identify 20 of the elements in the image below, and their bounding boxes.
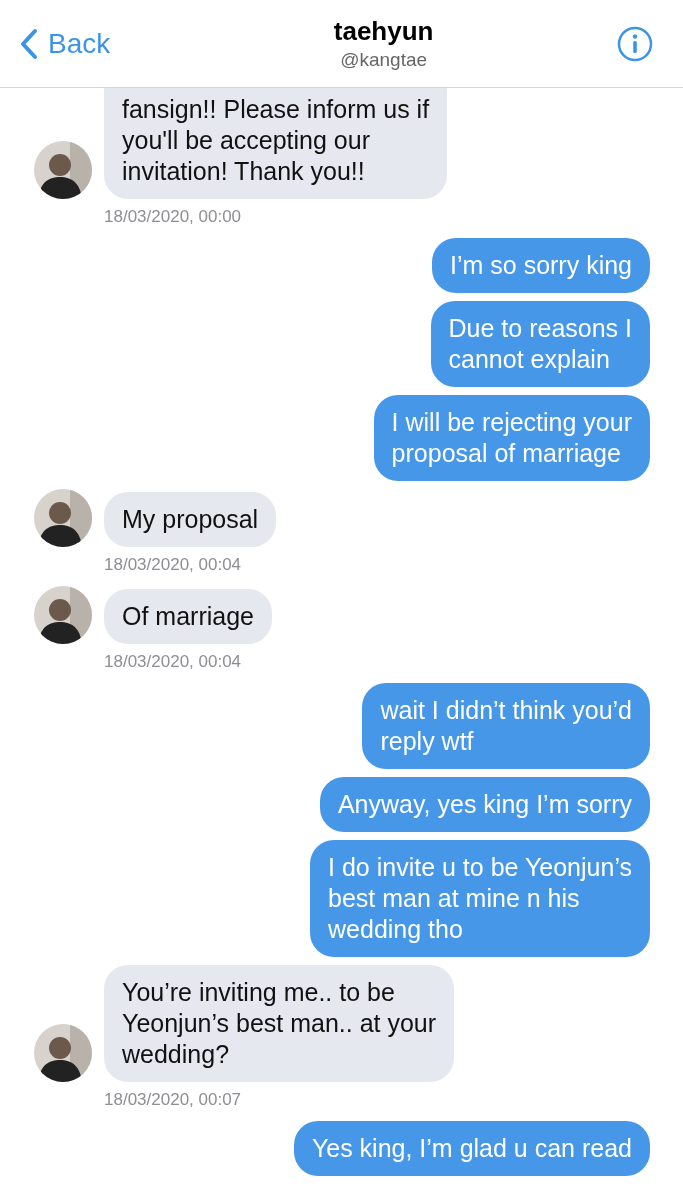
timestamp: 18/03/2020, 00:00: [104, 207, 243, 227]
back-button[interactable]: Back: [20, 27, 111, 60]
message-bubble: I do invite u to be Yeonjun’s best man at mine n his wedding tho: [310, 840, 650, 957]
contact-name: taehyun: [333, 16, 434, 47]
message-bubble: Due to reasons I cannot explain: [430, 301, 650, 387]
message-bubble: My proposal: [104, 492, 277, 547]
timestamp: 18/03/2020, 00:04: [104, 652, 243, 672]
message-bubble: I’m so sorry king: [432, 238, 650, 293]
message-bubble: Yes king, I’m glad u can read: [293, 1121, 650, 1176]
message-bubble: You’re inviting me.. to be Yeonjun’s best man.. at your wedding?: [104, 965, 455, 1082]
contact-handle: @kangtae: [340, 49, 428, 71]
message-bubble: Of marriage: [104, 589, 272, 644]
message-bubble: I will be rejecting your proposal of marriage: [373, 395, 650, 481]
info-icon[interactable]: [617, 25, 653, 62]
message-bubble: Anyway, yes king I’m sorry: [319, 777, 650, 832]
timestamp: 18/03/2020, 00:07: [104, 1090, 243, 1110]
timestamp: 18/03/2020, 00:04: [104, 555, 243, 575]
message-bubble: wait I didn’t think you’d reply wtf: [362, 683, 650, 769]
chevron-icon: [20, 27, 38, 60]
message-bubble: fansign!! Please inform us if you'll be accepting our invitation! Thank you!!: [104, 88, 448, 199]
